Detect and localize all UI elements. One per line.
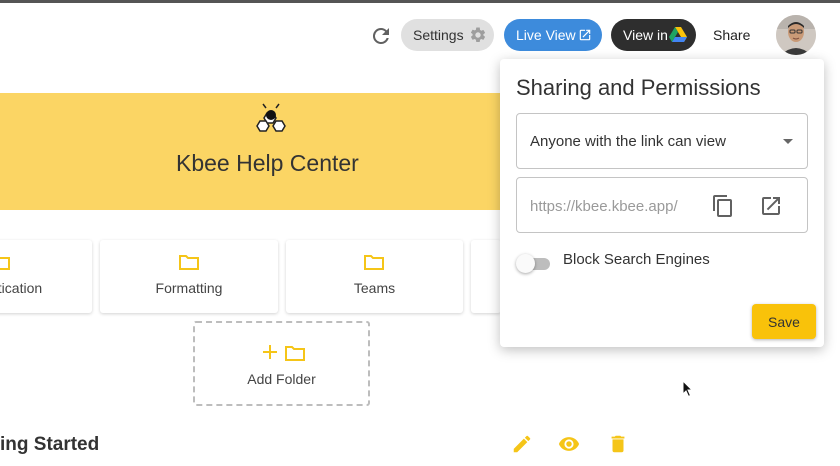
user-avatar-icon <box>776 15 816 55</box>
folder-icon <box>179 255 199 270</box>
permission-selected-value: Anyone with the link can view <box>530 132 726 150</box>
add-folder-label: Add Folder <box>247 371 316 387</box>
page-title: Kbee Help Center <box>176 150 359 176</box>
popover-title: Sharing and Permissions <box>516 75 761 100</box>
trash-icon[interactable] <box>607 433 629 455</box>
folder-card-authentication[interactable]: ntication <box>0 240 92 313</box>
live-view-button[interactable]: Live View <box>504 19 602 51</box>
folder-icon <box>364 255 384 270</box>
folder-card-partial[interactable] <box>471 240 501 313</box>
block-search-engines-label: Block Search Engines <box>563 251 710 268</box>
share-link-input[interactable] <box>530 195 700 217</box>
settings-button[interactable]: Settings <box>401 19 494 51</box>
open-in-new-icon[interactable] <box>759 194 783 218</box>
permission-select[interactable]: Anyone with the link can view <box>516 113 808 169</box>
refresh-icon[interactable] <box>369 24 393 48</box>
folder-label: Teams <box>353 280 396 296</box>
sharing-popover: Sharing and Permissions Anyone with the … <box>500 59 824 347</box>
settings-label: Settings <box>413 27 464 43</box>
folder-icon <box>285 346 305 361</box>
chevron-down-icon <box>783 139 793 144</box>
view-in-drive-button[interactable]: View in <box>611 19 696 51</box>
folder-card-teams[interactable]: Teams <box>286 240 463 313</box>
folder-label: ntication <box>0 280 43 296</box>
view-in-label: View in <box>623 27 668 43</box>
share-link-field <box>516 177 808 233</box>
share-button[interactable]: Share <box>713 27 750 43</box>
mouse-cursor-icon <box>682 380 694 398</box>
toggle-thumb <box>516 254 535 273</box>
save-button[interactable]: Save <box>752 304 816 339</box>
copy-icon[interactable] <box>711 194 735 218</box>
gear-icon <box>470 27 486 42</box>
google-drive-icon <box>669 27 687 42</box>
folder-card-formatting[interactable]: Formatting <box>100 240 278 313</box>
live-view-label: Live View <box>516 27 576 43</box>
edit-icon[interactable] <box>511 433 533 455</box>
eye-icon[interactable] <box>558 433 580 455</box>
folder-icon <box>0 257 10 270</box>
top-edge <box>0 0 840 3</box>
plus-icon <box>263 345 277 359</box>
add-folder-button[interactable]: Add Folder <box>193 321 370 406</box>
block-search-engines-toggle[interactable] <box>516 253 552 273</box>
section-title: ing Started <box>0 434 100 455</box>
bee-logo-icon <box>256 103 286 132</box>
folder-label: Formatting <box>155 280 223 296</box>
avatar[interactable] <box>776 15 816 55</box>
external-link-icon <box>579 29 591 41</box>
